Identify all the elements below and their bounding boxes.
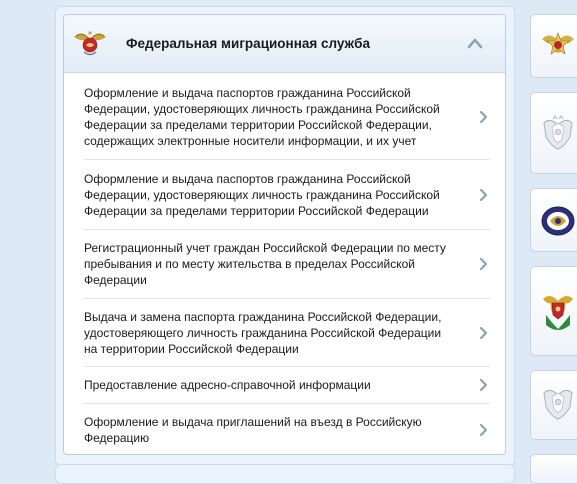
russian-emblem-icon (543, 115, 573, 150)
chevron-right-icon (479, 378, 488, 392)
agency-emblem-icon (543, 295, 573, 330)
agency-header[interactable]: Федеральная миграционная служба (64, 15, 505, 73)
agency-card-customs[interactable] (530, 266, 577, 356)
chevron-right-icon (479, 257, 488, 271)
fms-emblem-icon (74, 31, 106, 56)
chevron-right-icon (479, 110, 488, 123)
agency-panel: Федеральная миграционная служба Оформлен… (63, 14, 506, 455)
agency-card-next[interactable] (530, 454, 577, 484)
service-label: Выдача и замена паспорта гражданина Росс… (84, 309, 442, 356)
agency-card-emblem-2[interactable] (530, 370, 577, 440)
services-list: Оформление и выдача паспортов гражданина… (84, 74, 490, 454)
russian-emblem-icon (543, 389, 573, 420)
chevron-right-icon (479, 326, 488, 339)
panel-title: Федеральная миграционная служба (126, 36, 370, 51)
service-label: Предоставление адресно-справочной информ… (84, 378, 371, 392)
service-label: Регистрационный учет граждан Российской … (84, 241, 446, 287)
service-item[interactable]: Оформление и выдача паспортов гражданина… (84, 74, 490, 160)
service-item[interactable]: Предоставление адресно-справочной информ… (84, 367, 490, 404)
mvd-emblem-icon (542, 32, 574, 55)
next-card-edge (55, 464, 515, 484)
chevron-right-icon (479, 188, 488, 201)
chevron-up-icon[interactable] (467, 37, 483, 49)
service-label: Оформление и выдача паспортов гражданина… (84, 85, 440, 148)
service-label: Оформление и выдача паспортов гражданина… (84, 171, 440, 218)
agency-card-emblem[interactable] (530, 92, 577, 174)
service-item[interactable]: Выдача и замена паспорта гражданина Росс… (84, 299, 490, 367)
service-item[interactable]: Регистрационный учет граждан Российской … (84, 230, 490, 299)
chevron-right-icon (479, 423, 488, 437)
service-item[interactable]: Оформление и выдача паспортов гражданина… (84, 160, 490, 230)
agency-card-mvd[interactable] (530, 14, 577, 78)
service-label: Оформление и выдача приглашений на въезд… (84, 415, 422, 445)
service-item[interactable]: Оформление и выдача приглашений на въезд… (84, 404, 490, 454)
agency-seal-icon (541, 206, 575, 236)
agency-card-seal[interactable] (530, 188, 577, 252)
